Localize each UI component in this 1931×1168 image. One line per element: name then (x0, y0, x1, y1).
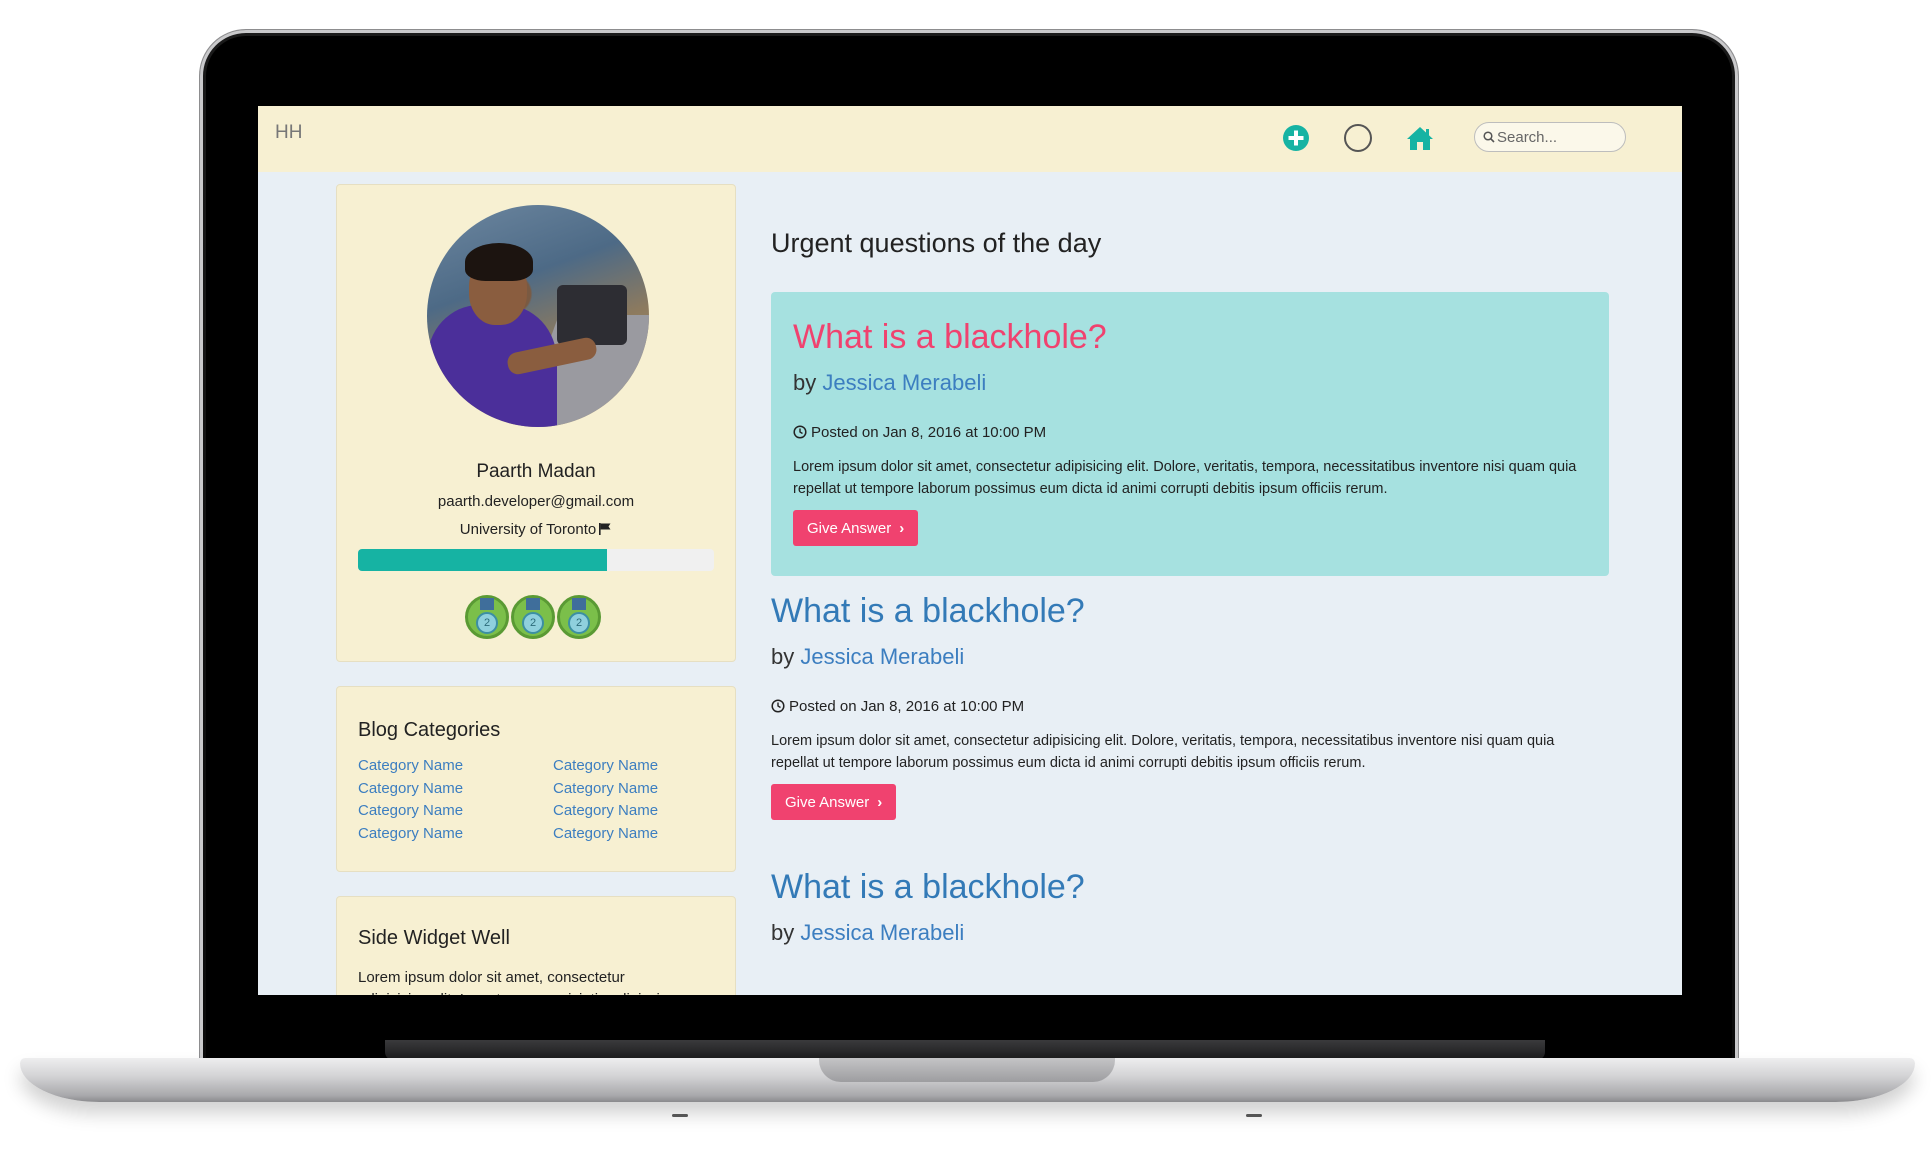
side-widget-card: Side Widget Well Lorem ipsum dolor sit a… (336, 896, 736, 995)
question-byline: by Jessica Merabeli (793, 370, 987, 395)
laptop-hinge (385, 1040, 1545, 1060)
blog-categories-title: Blog Categories (358, 719, 501, 741)
screen: HH Search... Paarth Madan paarth.develop… (258, 106, 1682, 995)
profile-progress-bar (358, 549, 714, 571)
profile-school: University of Toronto (337, 521, 735, 538)
chevron-right-icon: › (877, 793, 883, 811)
plus-circle-icon[interactable] (1281, 123, 1311, 153)
question-title[interactable]: What is a blackhole? (771, 868, 1085, 907)
medal-badge: 2 (465, 595, 509, 639)
chevron-right-icon: › (899, 519, 905, 537)
question-title[interactable]: What is a blackhole? (793, 318, 1107, 357)
post-date: Posted on Jan 8, 2016 at 10:00 PM (793, 424, 1046, 441)
question-byline: by Jessica Merabeli (771, 644, 965, 669)
category-link[interactable]: Category Name (358, 778, 463, 801)
medal-badge: 2 (511, 595, 555, 639)
category-link[interactable]: Category Name (358, 800, 463, 823)
badge-row: 222 (465, 595, 603, 643)
avatar (427, 205, 649, 427)
question-card: What is a blackhole? by Jessica Merabeli (771, 868, 1609, 995)
post-date: Posted on Jan 8, 2016 at 10:00 PM (771, 698, 1024, 715)
author-link[interactable]: Jessica Merabeli (800, 920, 964, 945)
medal-badge: 2 (557, 595, 601, 639)
question-card-featured: What is a blackhole? by Jessica Merabeli… (771, 292, 1609, 576)
category-link[interactable]: Category Name (553, 778, 658, 801)
category-link[interactable]: Category Name (553, 755, 658, 778)
question-card: What is a blackhole? by Jessica Merabeli… (771, 592, 1609, 832)
category-link[interactable]: Category Name (358, 823, 463, 846)
laptop-foot (672, 1114, 688, 1117)
clock-icon (771, 699, 785, 713)
question-body: Lorem ipsum dolor sit amet, consectetur … (771, 733, 1555, 771)
navbar: HH (258, 106, 1682, 172)
search-icon (1483, 131, 1495, 143)
give-answer-button[interactable]: Give Answer › (771, 784, 897, 820)
category-link[interactable]: Category Name (553, 823, 658, 846)
give-answer-button[interactable]: Give Answer › (793, 510, 919, 546)
home-icon[interactable] (1405, 123, 1435, 153)
author-link[interactable]: Jessica Merabeli (800, 644, 964, 669)
category-link[interactable]: Category Name (553, 800, 658, 823)
blog-categories-card: Blog Categories Category Name Category N… (336, 686, 736, 872)
side-widget-text: Lorem ipsum dolor sit amet, consectetur … (358, 969, 660, 995)
question-title[interactable]: What is a blackhole? (771, 592, 1085, 631)
author-link[interactable]: Jessica Merabeli (822, 370, 986, 395)
clock-icon (793, 425, 807, 439)
school-label: University of Toronto (459, 521, 597, 538)
circle-icon[interactable] (1343, 123, 1373, 153)
flag-icon (599, 523, 611, 535)
laptop-notch (819, 1058, 1115, 1082)
question-body: Lorem ipsum dolor sit amet, consectetur … (793, 459, 1577, 497)
laptop-foot (1246, 1114, 1262, 1117)
section-title: Urgent questions of the day (771, 228, 1102, 258)
category-list-left: Category Name Category Name Category Nam… (358, 755, 463, 845)
profile-card: Paarth Madan paarth.developer@gmail.com … (336, 184, 736, 662)
category-list-right: Category Name Category Name Category Nam… (553, 755, 658, 845)
search-box[interactable] (1474, 122, 1626, 152)
profile-name: Paarth Madan (476, 461, 596, 482)
search-input[interactable] (1497, 126, 1617, 148)
profile-email: paarth.developer@gmail.com (437, 493, 635, 510)
question-byline: by Jessica Merabeli (771, 920, 965, 945)
side-widget-title: Side Widget Well (358, 927, 510, 949)
progress-fill (358, 549, 608, 571)
category-link[interactable]: Category Name (358, 755, 463, 778)
brand-logo[interactable]: HH (275, 122, 302, 144)
